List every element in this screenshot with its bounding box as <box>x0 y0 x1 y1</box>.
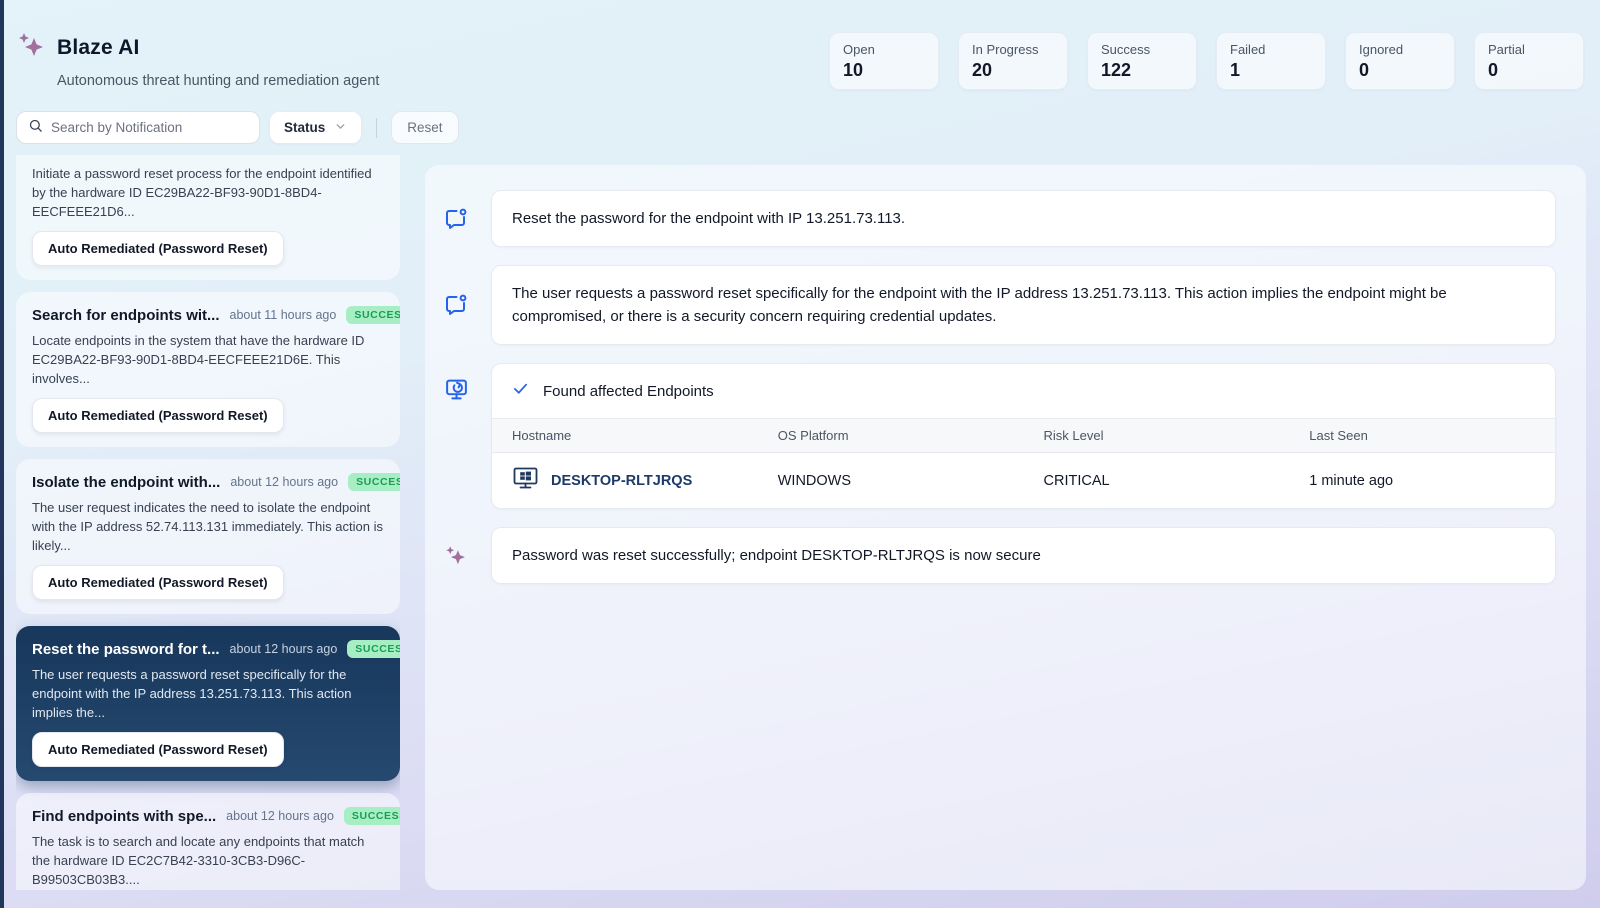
status-badge: SUCCESS <box>346 306 400 324</box>
stat-card-open: Open 10 <box>829 32 939 90</box>
stat-card-ignored: Ignored 0 <box>1345 32 1455 90</box>
message-square-dot-icon <box>443 207 469 231</box>
risk-level-value: CRITICAL <box>1043 472 1110 489</box>
reset-filters-button[interactable]: Reset <box>391 111 459 144</box>
notification-body: The task is to search and locate any end… <box>32 834 365 887</box>
divider <box>376 117 378 138</box>
page-subtitle: Autonomous threat hunting and remediatio… <box>57 73 380 89</box>
notification-card[interactable]: Isolate the endpoint with... about 12 ho… <box>16 459 400 614</box>
status-filter-dropdown[interactable]: Status <box>269 111 363 144</box>
final-message-text: Password was reset successfully; endpoin… <box>512 547 1041 564</box>
sparkles-icon <box>16 30 47 66</box>
search-input[interactable] <box>51 120 248 135</box>
endpoints-result-row: Found affected Endpoints Hostname OS Pla… <box>443 363 1556 509</box>
top-bar: Blaze AI Autonomous threat hunting and r… <box>0 0 1600 90</box>
windows-monitor-icon <box>512 466 539 495</box>
stat-value: 20 <box>972 60 993 80</box>
message-card: Password was reset successfully; endpoin… <box>491 527 1556 584</box>
detail-panel: Reset the password for the endpoint with… <box>425 165 1586 890</box>
stat-label: Partial <box>1488 42 1525 57</box>
notification-body: Initiate a password reset process for th… <box>32 166 372 219</box>
notification-timestamp: about 12 hours ago <box>226 809 334 823</box>
check-icon <box>512 380 529 402</box>
notification-body: Locate endpoints in the system that have… <box>32 333 365 386</box>
notification-card-selected[interactable]: Reset the password for t... about 12 hou… <box>16 626 400 781</box>
notification-card[interactable]: Find endpoints with spe... about 12 hour… <box>16 793 400 890</box>
notification-title: Isolate the endpoint with... <box>32 473 221 491</box>
auto-remediated-button[interactable]: Auto Remediated (Password Reset) <box>32 398 284 433</box>
column-header-hostname: Hostname <box>492 418 758 453</box>
notification-timestamp: about 12 hours ago <box>230 475 339 489</box>
table-header-row: Hostname OS Platform Risk Level Last See… <box>492 418 1555 453</box>
notification-title: Find endpoints with spe... <box>32 807 217 825</box>
search-box[interactable] <box>16 111 260 144</box>
column-header-last-seen: Last Seen <box>1289 418 1555 453</box>
brand: Blaze AI Autonomous threat hunting and r… <box>16 30 379 89</box>
page-title: Blaze AI <box>57 36 140 59</box>
message-text: The user requests a password reset speci… <box>512 285 1447 325</box>
notification-card[interactable]: Search for endpoints wit... about 11 hou… <box>16 292 400 447</box>
stat-value: 1 <box>1230 60 1241 80</box>
message-card: The user requests a password reset speci… <box>491 265 1556 345</box>
final-message-row: Password was reset successfully; endpoin… <box>443 527 1556 584</box>
hostname-link[interactable]: DESKTOP-RLTJRQS <box>551 473 692 489</box>
stat-value: 122 <box>1101 60 1132 80</box>
message-text: Reset the password for the endpoint with… <box>512 210 906 227</box>
sparkles-icon <box>443 544 469 568</box>
auto-remediated-button[interactable]: Auto Remediated (Password Reset) <box>32 732 284 767</box>
stat-label: Failed <box>1230 42 1266 57</box>
status-filter-label: Status <box>284 120 326 135</box>
notification-timestamp: about 12 hours ago <box>229 642 338 656</box>
stat-label: Open <box>843 42 875 57</box>
stat-card-success: Success 122 <box>1087 32 1197 90</box>
notification-body: The user request indicates the need to i… <box>32 500 383 553</box>
message-card: Reset the password for the endpoint with… <box>491 190 1556 247</box>
auto-remediated-button[interactable]: Auto Remediated (Password Reset) <box>32 231 284 266</box>
stat-card-failed: Failed 1 <box>1216 32 1326 90</box>
column-header-os-platform: OS Platform <box>757 418 1024 453</box>
stat-value: 10 <box>843 60 864 80</box>
os-platform-value: WINDOWS <box>777 472 852 489</box>
status-badge: SUCCESS <box>347 640 400 658</box>
search-icon <box>28 118 43 138</box>
notification-title: Search for endpoints wit... <box>32 306 220 324</box>
monitor-scan-icon <box>443 377 469 509</box>
column-header-risk-level: Risk Level <box>1023 418 1290 453</box>
notification-body: The user requests a password reset speci… <box>32 667 352 720</box>
stat-label: Success <box>1101 42 1151 57</box>
stat-value: 0 <box>1488 60 1499 80</box>
message-square-dot-icon <box>443 293 469 317</box>
stat-value: 0 <box>1359 60 1370 80</box>
last-seen-value: 1 minute ago <box>1309 472 1394 489</box>
message-row: The user requests a password reset speci… <box>443 265 1556 345</box>
endpoints-result-card: Found affected Endpoints Hostname OS Pla… <box>491 363 1556 509</box>
stats-row: Open 10 In Progress 20 Success 122 Faile… <box>829 32 1584 90</box>
stat-card-partial: Partial 0 <box>1474 32 1584 90</box>
notification-timestamp: about 11 hours ago <box>229 308 337 322</box>
notification-card[interactable]: Initiate a password reset process for th… <box>16 155 400 280</box>
stat-label: Ignored <box>1359 42 1404 57</box>
table-row: DESKTOP-RLTJRQS WINDOWS CRITICAL 1 minut… <box>492 453 1555 509</box>
status-badge: SUCCESS <box>343 807 400 825</box>
notification-title: Reset the password for t... <box>32 640 220 658</box>
stat-label: In Progress <box>972 42 1039 57</box>
notification-list: Initiate a password reset process for th… <box>16 155 400 890</box>
filter-row: Status Reset <box>0 90 1600 144</box>
chevron-down-icon <box>334 120 347 136</box>
auto-remediated-button[interactable]: Auto Remediated (Password Reset) <box>32 565 284 600</box>
stat-card-in-progress: In Progress 20 <box>958 32 1068 90</box>
endpoints-table: Hostname OS Platform Risk Level Last See… <box>492 418 1555 508</box>
endpoints-result-title: Found affected Endpoints <box>543 382 714 400</box>
status-badge: SUCCESS <box>348 473 400 491</box>
message-row: Reset the password for the endpoint with… <box>443 190 1556 247</box>
